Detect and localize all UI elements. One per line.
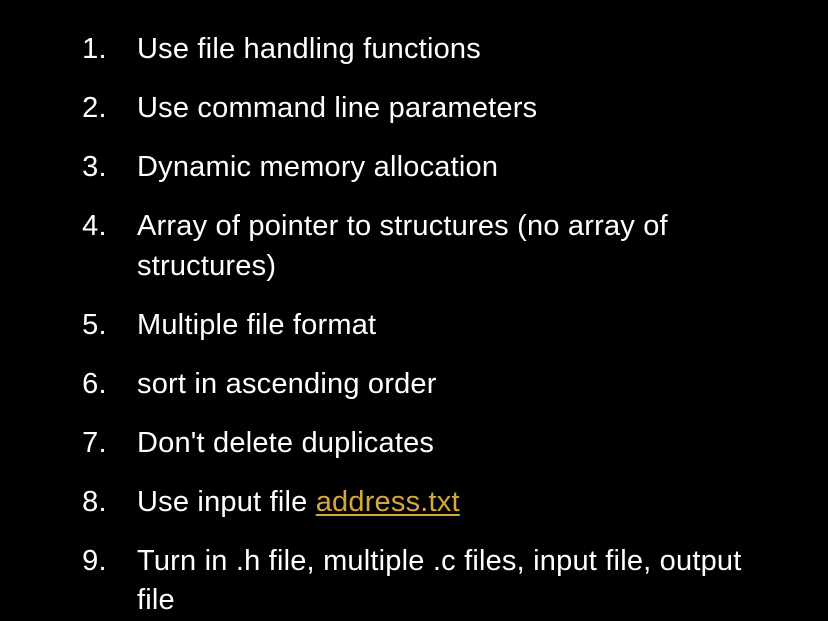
file-link[interactable]: address.txt (316, 486, 460, 518)
list-item: sort in ascending order (115, 365, 778, 404)
list-item: Use command line parameters (115, 89, 778, 128)
item-text: Turn in .h file, multiple .c files, inpu… (137, 545, 742, 616)
item-text: Use file handling functions (137, 33, 481, 65)
item-text: Dynamic memory allocation (137, 151, 498, 183)
item-text: Array of pointer to structures (no array… (137, 210, 668, 281)
list-item: Turn in .h file, multiple .c files, inpu… (115, 542, 778, 620)
item-text: sort in ascending order (137, 368, 437, 400)
list-item: Array of pointer to structures (no array… (115, 207, 778, 285)
list-item: Multiple file format (115, 306, 778, 345)
item-prefix: Use input file (137, 486, 316, 518)
list-item: Use input file address.txt (115, 483, 778, 522)
item-text: Multiple file format (137, 309, 376, 341)
requirements-list: Use file handling functions Use command … (30, 30, 778, 621)
list-item: Use file handling functions (115, 30, 778, 69)
item-text: Use command line parameters (137, 92, 537, 124)
item-text: Don't delete duplicates (137, 427, 434, 459)
list-item: Dynamic memory allocation (115, 148, 778, 187)
list-item: Don't delete duplicates (115, 424, 778, 463)
